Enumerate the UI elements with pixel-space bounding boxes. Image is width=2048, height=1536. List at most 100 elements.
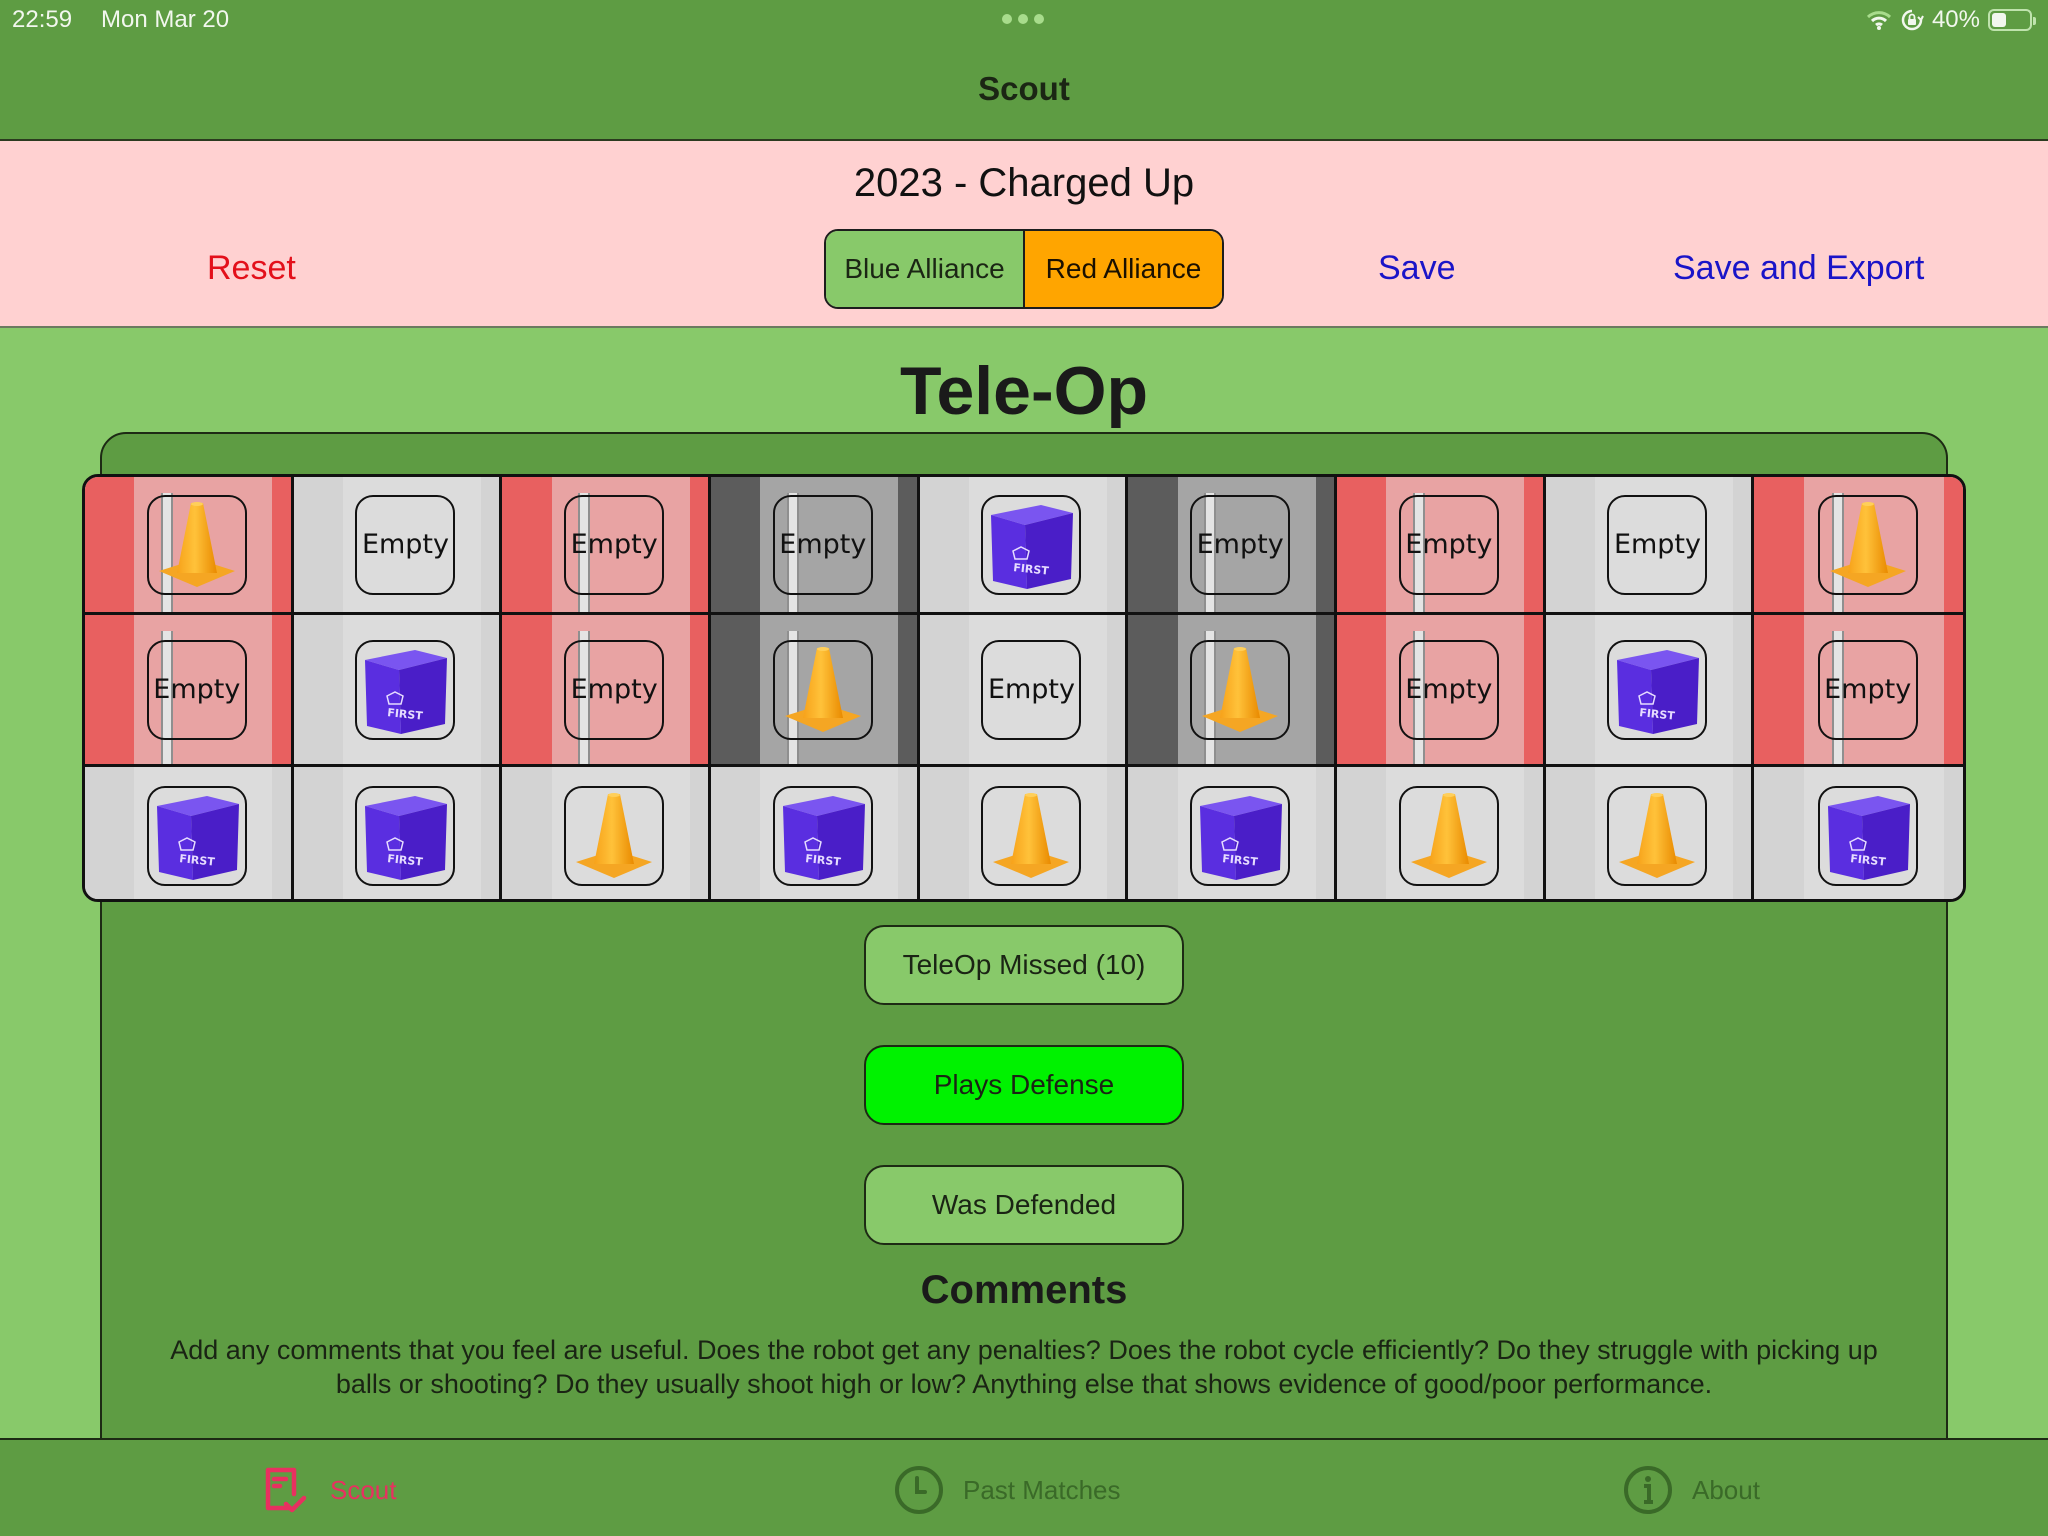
tab-about[interactable]: About	[1622, 1464, 1760, 1516]
navigation-bar: 22:59 Mon Mar 20 40% Scout	[0, 0, 2048, 141]
scout-checklist-icon	[265, 1467, 307, 1513]
node-button-cone[interactable]	[1190, 639, 1291, 740]
node-button-cube[interactable]: FIRST	[1607, 639, 1708, 740]
grid-node: Empty	[85, 615, 294, 767]
grid-node: Empty	[1545, 477, 1755, 615]
cube-icon: FIRST	[365, 649, 448, 734]
grid-node: Empty	[1128, 477, 1337, 615]
cube-icon: FIRST	[1200, 796, 1283, 880]
cone-icon	[1202, 646, 1279, 732]
node-button-cube[interactable]: FIRST	[772, 786, 873, 886]
tab-bar: Scout Past Matches About	[0, 1438, 2048, 1536]
node-button-empty[interactable]: Empty	[1607, 494, 1708, 595]
node-button-cube[interactable]: FIRST	[146, 786, 247, 886]
cube-icon: FIRST	[782, 796, 865, 880]
grid-node: Empty	[1337, 615, 1546, 767]
multitasking-dots-icon[interactable]	[1002, 14, 1044, 24]
node-button-empty[interactable]: Empty	[355, 494, 456, 595]
node-button-empty[interactable]: Empty	[146, 639, 247, 740]
grid-node: FIRST	[711, 767, 920, 899]
tab-past-matches-label: Past Matches	[963, 1474, 1121, 1505]
cube-icon: FIRST	[1617, 649, 1700, 734]
node-button-cone[interactable]	[146, 494, 247, 595]
scoring-grid: Empty Empty Empty FIRST Empty Empty Empty Empty…	[82, 474, 1966, 902]
grid-node: Empty	[919, 615, 1129, 767]
grid-node: Empty	[1337, 477, 1546, 615]
grid-node: FIRST	[919, 477, 1129, 615]
red-alliance-segment[interactable]: Red Alliance	[1025, 231, 1222, 307]
blue-alliance-segment[interactable]: Blue Alliance	[826, 231, 1025, 307]
save-and-export-button[interactable]: Save and Export	[1673, 249, 1924, 288]
grid-node	[919, 767, 1129, 899]
node-button-empty[interactable]: Empty	[564, 494, 665, 595]
tab-past-matches[interactable]: Past Matches	[893, 1464, 1121, 1516]
grid-node: Empty	[502, 615, 711, 767]
node-button-cube[interactable]: FIRST	[1817, 786, 1918, 886]
clock-icon	[895, 1466, 943, 1514]
node-button-cone[interactable]	[1398, 786, 1499, 886]
node-button-empty[interactable]: Empty	[564, 639, 665, 740]
node-button-cube[interactable]: FIRST	[1190, 786, 1291, 886]
status-time: 22:59	[12, 6, 73, 33]
grid-node	[1545, 767, 1755, 899]
cube-icon: FIRST	[1827, 796, 1910, 880]
grid-node	[85, 477, 294, 615]
node-button-cone[interactable]	[981, 786, 1082, 886]
cube-icon: FIRST	[365, 796, 448, 880]
info-icon	[1624, 1466, 1672, 1514]
comments-help-text: Add any comments that you feel are usefu…	[170, 1335, 1878, 1399]
cone-icon	[1619, 793, 1696, 878]
node-button-empty[interactable]: Empty	[772, 494, 873, 595]
teleop-missed-button[interactable]: TeleOp Missed (10)	[864, 925, 1184, 1005]
tab-about-label: About	[1692, 1474, 1760, 1505]
grid-node	[1128, 615, 1337, 767]
grid-node	[711, 615, 920, 767]
node-button-cone[interactable]	[1817, 494, 1918, 595]
cone-icon	[1829, 501, 1906, 587]
node-button-empty[interactable]: Empty	[1817, 639, 1918, 740]
node-button-empty[interactable]: Empty	[1398, 494, 1499, 595]
grid-node: FIRST	[1754, 767, 1963, 899]
node-button-cube[interactable]: FIRST	[355, 786, 456, 886]
cube-icon: FIRST	[991, 504, 1074, 589]
grid-node: Empty	[711, 477, 920, 615]
grid-node	[1754, 477, 1963, 615]
node-button-cone[interactable]	[772, 639, 873, 740]
node-button-cone[interactable]	[1607, 786, 1708, 886]
cube-icon: FIRST	[156, 796, 239, 880]
status-indicators: 40%	[1866, 6, 2036, 34]
node-button-cone[interactable]	[564, 786, 665, 886]
orientation-lock-icon	[1901, 9, 1924, 31]
grid-node: FIRST	[85, 767, 294, 899]
node-button-empty[interactable]: Empty	[981, 639, 1082, 740]
grid-node: FIRST	[293, 615, 503, 767]
alliance-segmented-control: Blue Alliance Red Alliance	[824, 229, 1224, 309]
tab-scout[interactable]: Scout	[260, 1464, 397, 1516]
grid-node: FIRST	[1128, 767, 1337, 899]
grid-node: Empty	[293, 477, 503, 615]
cone-icon	[576, 793, 653, 878]
grid-node: Empty	[502, 477, 711, 615]
nav-title: Scout	[978, 70, 1070, 107]
grid-node: FIRST	[293, 767, 503, 899]
node-button-empty[interactable]: Empty	[1190, 494, 1291, 595]
node-button-empty[interactable]: Empty	[1398, 639, 1499, 740]
node-button-cube[interactable]: FIRST	[981, 494, 1082, 595]
cone-icon	[993, 793, 1070, 878]
battery-fill	[1992, 13, 2007, 27]
save-button[interactable]: Save	[1378, 249, 1456, 288]
was-defended-toggle[interactable]: Was Defended	[864, 1165, 1184, 1245]
battery-icon	[1988, 9, 2036, 31]
reset-button[interactable]: Reset	[207, 249, 296, 288]
node-button-cube[interactable]: FIRST	[355, 639, 456, 740]
comments-title: Comments	[920, 1268, 1128, 1312]
grid-node	[502, 767, 711, 899]
plays-defense-toggle[interactable]: Plays Defense	[864, 1045, 1184, 1125]
game-title: 2023 - Charged Up	[853, 161, 1195, 205]
wifi-icon	[1866, 11, 1891, 30]
battery-percent: 40%	[1931, 6, 1980, 33]
section-title: Tele-Op	[899, 353, 1149, 429]
tab-scout-label: Scout	[330, 1474, 397, 1505]
cone-icon	[784, 646, 861, 732]
grid-node	[1337, 767, 1546, 899]
